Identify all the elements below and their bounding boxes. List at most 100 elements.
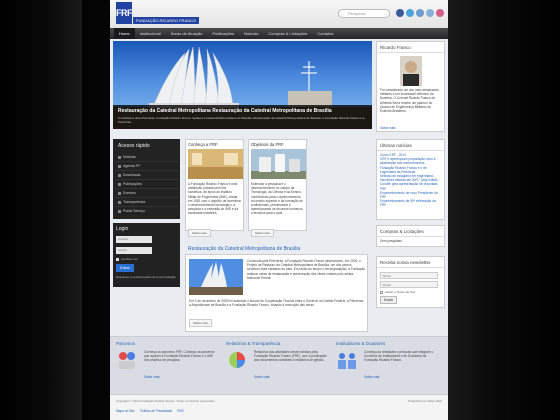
newsletter-name-field[interactable]: Nome xyxy=(380,272,438,279)
compras-title[interactable]: Compras & Licitações xyxy=(377,226,444,237)
facebook-icon[interactable] xyxy=(396,9,404,17)
relatorios-link[interactable]: Saiba mais xyxy=(254,375,270,379)
catedral-text: Concluída pela Petrobras, a Fundação Ric… xyxy=(247,259,365,280)
card-conheca-button[interactable]: Saiba mais xyxy=(188,229,211,237)
profile-link[interactable]: Saiba mais xyxy=(380,126,441,130)
acesso-item-publicacoes[interactable]: Publicações xyxy=(115,180,178,189)
parceiros-icon xyxy=(119,352,135,369)
hero-slider[interactable]: Restauração da Catedral Metropolitana Re… xyxy=(113,41,372,129)
parceiros-title[interactable]: Parceiros xyxy=(116,341,222,346)
instituidores-link[interactable]: Saiba mais xyxy=(364,375,380,379)
acesso-title: Acesso rápido xyxy=(118,143,150,149)
nav-item-noticias[interactable]: Notícias xyxy=(239,28,263,39)
username-field[interactable]: Usuário xyxy=(116,236,152,243)
card-conheca-title: Conheça a FRF xyxy=(188,142,218,147)
profile-text: Foi considerado um dos mais destacados m… xyxy=(380,88,439,114)
card-conheca-text: A Fundação Ricardo Franco é uma institui… xyxy=(188,182,241,216)
logo-text: FUNDAÇÃO RICARDO FRANCO xyxy=(133,17,200,24)
news-item[interactable]: Fundação Ricardo Franco e o de engenhari… xyxy=(380,166,441,174)
catedral-article: Concluída pela Petrobras, a Fundação Ric… xyxy=(185,254,368,332)
header: FRF FUNDAÇÃO RICARDO FRANCO Pesquisar xyxy=(110,0,448,28)
instituidores-text: Conheça as entidades e pessoas que integ… xyxy=(364,350,434,363)
logo-mark: FRF xyxy=(116,2,133,24)
card-conheca: Conheça a FRF A Fundação Ricardo Franco … xyxy=(185,139,244,237)
newsletter-submit-button[interactable]: Enviar xyxy=(380,296,398,304)
card-objetivos-text: Estimular a pesquisa e o desenvolvimento… xyxy=(251,182,303,216)
acesso-item-noticias[interactable]: Notícias xyxy=(115,153,178,162)
parceiros-link[interactable]: Saiba mais xyxy=(144,375,160,379)
catedral-button[interactable]: Saiba mais xyxy=(189,319,212,327)
rss-icon[interactable] xyxy=(436,9,444,17)
footer: Copyright © 2013 Fundação Ricardo Franco… xyxy=(110,394,448,420)
nav-item-contatos[interactable]: Contatos xyxy=(312,28,338,39)
news-item[interactable]: Encaminhamento de 50ª celebração da FRF xyxy=(380,199,441,207)
nav-item-areas[interactable]: Áreas de Atuação xyxy=(166,28,208,39)
search-input[interactable]: Pesquisar xyxy=(338,9,390,18)
relatorios-title[interactable]: Relatórios & Transparência xyxy=(226,341,332,346)
remember-label: Lembrar-me xyxy=(121,257,138,261)
youtube-icon[interactable] xyxy=(416,9,424,17)
news-item[interactable]: CRF e aperfeiçoam preparação rumo à atua… xyxy=(380,157,441,165)
news-item[interactable]: Seleção de estagiário em engenharia - in… xyxy=(380,174,441,182)
acesso-item-eventos[interactable]: Eventos xyxy=(115,189,178,198)
parceiros-block: Parceiros Conheça os parceiros FRF. Conh… xyxy=(116,341,222,379)
newsletter-box: Receba nossa newsletter Nome Email Aceit… xyxy=(376,256,445,308)
relatorios-text: Relatórios das atividades desenvolvidas … xyxy=(254,350,327,363)
footer-link-rss[interactable]: RSS xyxy=(177,409,184,413)
login-box: Login Usuário Senha Lembrar-me Entrar Es… xyxy=(113,223,180,287)
logo[interactable]: FRF FUNDAÇÃO RICARDO FRANCO xyxy=(116,2,200,24)
background-left xyxy=(0,0,82,420)
compras-text: Sem pesquisas xyxy=(380,239,402,243)
terms-checkbox[interactable] xyxy=(380,290,383,294)
acesso-rapido: Acesso rápido Notícias Agenda FF Downloa… xyxy=(113,139,180,219)
footer-link-sitemap[interactable]: Mapa do Site xyxy=(116,409,135,413)
remember-checkbox[interactable] xyxy=(116,257,119,261)
login-button[interactable]: Entrar xyxy=(116,264,134,272)
newsletter-email-field[interactable]: Email xyxy=(380,281,438,288)
ricardo-franco-portrait xyxy=(399,56,422,86)
twitter-icon[interactable] xyxy=(406,9,414,17)
instituidores-icon xyxy=(338,353,356,369)
page: FRF FUNDAÇÃO RICARDO FRANCO Pesquisar Ho… xyxy=(110,0,448,420)
forgot-password-link[interactable]: Esqueceu a senha/usuário de sua Fundação xyxy=(116,275,177,279)
flickr-icon[interactable] xyxy=(426,9,434,17)
acesso-item-transparencia[interactable]: Transparência xyxy=(115,198,178,207)
slider-caption: Restauração da Catedral Metropolitana Re… xyxy=(113,105,372,129)
card-objetivos-image xyxy=(251,149,306,179)
terms-label: Aceito o Termo de Uso xyxy=(385,290,416,294)
news-box: Últimas notícias Curso CRF - 2014 CRF e … xyxy=(376,139,445,220)
catedral-text-2: Em 3 de novembro de 2009 foi assinado o … xyxy=(189,299,365,308)
footer-copyright: Copyright © 2013 Fundação Ricardo Franco… xyxy=(116,399,216,403)
login-title: Login xyxy=(116,226,129,232)
slider-caption-text: Concluída a obra Petrobras, Fundação Ric… xyxy=(118,116,365,124)
nav-item-compras[interactable]: Compras & Licitações xyxy=(263,28,312,39)
compras-box: Compras & Licitações Sem pesquisas xyxy=(376,225,445,247)
acesso-item-portal[interactable]: Portal Serviço xyxy=(115,207,178,216)
nav-item-home[interactable]: Home xyxy=(114,28,135,39)
card-objetivos-title: Objetivos da FRF xyxy=(251,142,284,147)
instituidores-block: Instituidores & Doadores Conheça as enti… xyxy=(336,341,442,379)
news-title: Últimas notícias xyxy=(377,140,444,151)
nav-item-publicacoes[interactable]: Publicações xyxy=(207,28,239,39)
slider-caption-title[interactable]: Restauração da Catedral Metropolitana Re… xyxy=(118,108,367,114)
password-field[interactable]: Senha xyxy=(116,247,152,254)
news-item[interactable]: Convite para apresentação de propostas F… xyxy=(380,182,441,190)
card-objetivos: Objetivos da FRF Estimular a pesquisa e … xyxy=(248,139,307,237)
acesso-item-downloads[interactable]: Downloads xyxy=(115,171,178,180)
profile-title: Ricardo Franco xyxy=(377,42,444,53)
profile-box: Ricardo Franco Foi considerado um dos ma… xyxy=(376,41,445,132)
news-item[interactable]: Encaminhamento de novo Presidente da FRF xyxy=(380,191,441,199)
background-right xyxy=(448,0,560,420)
relatorios-block: Relatórios & Transparência Relatórios da… xyxy=(226,341,332,379)
instituidores-title[interactable]: Instituidores & Doadores xyxy=(336,341,442,346)
main-nav: Home Institucional Áreas de Atuação Publ… xyxy=(110,28,448,39)
catedral-heading[interactable]: Restauração da Catedral Metropolitana de… xyxy=(188,246,300,252)
newsletter-title: Receba nossa newsletter xyxy=(377,257,444,268)
card-objetivos-button[interactable]: Saiba mais xyxy=(251,229,274,237)
left-sidebar: Acesso rápido Notícias Agenda FF Downloa… xyxy=(113,139,180,287)
nav-item-institucional[interactable]: Institucional xyxy=(135,28,166,39)
acesso-item-agenda[interactable]: Agenda FF xyxy=(115,162,178,171)
relatorios-icon xyxy=(229,352,245,368)
card-conheca-image xyxy=(188,149,243,179)
footer-link-privacy[interactable]: Política de Privacidade xyxy=(140,409,172,413)
